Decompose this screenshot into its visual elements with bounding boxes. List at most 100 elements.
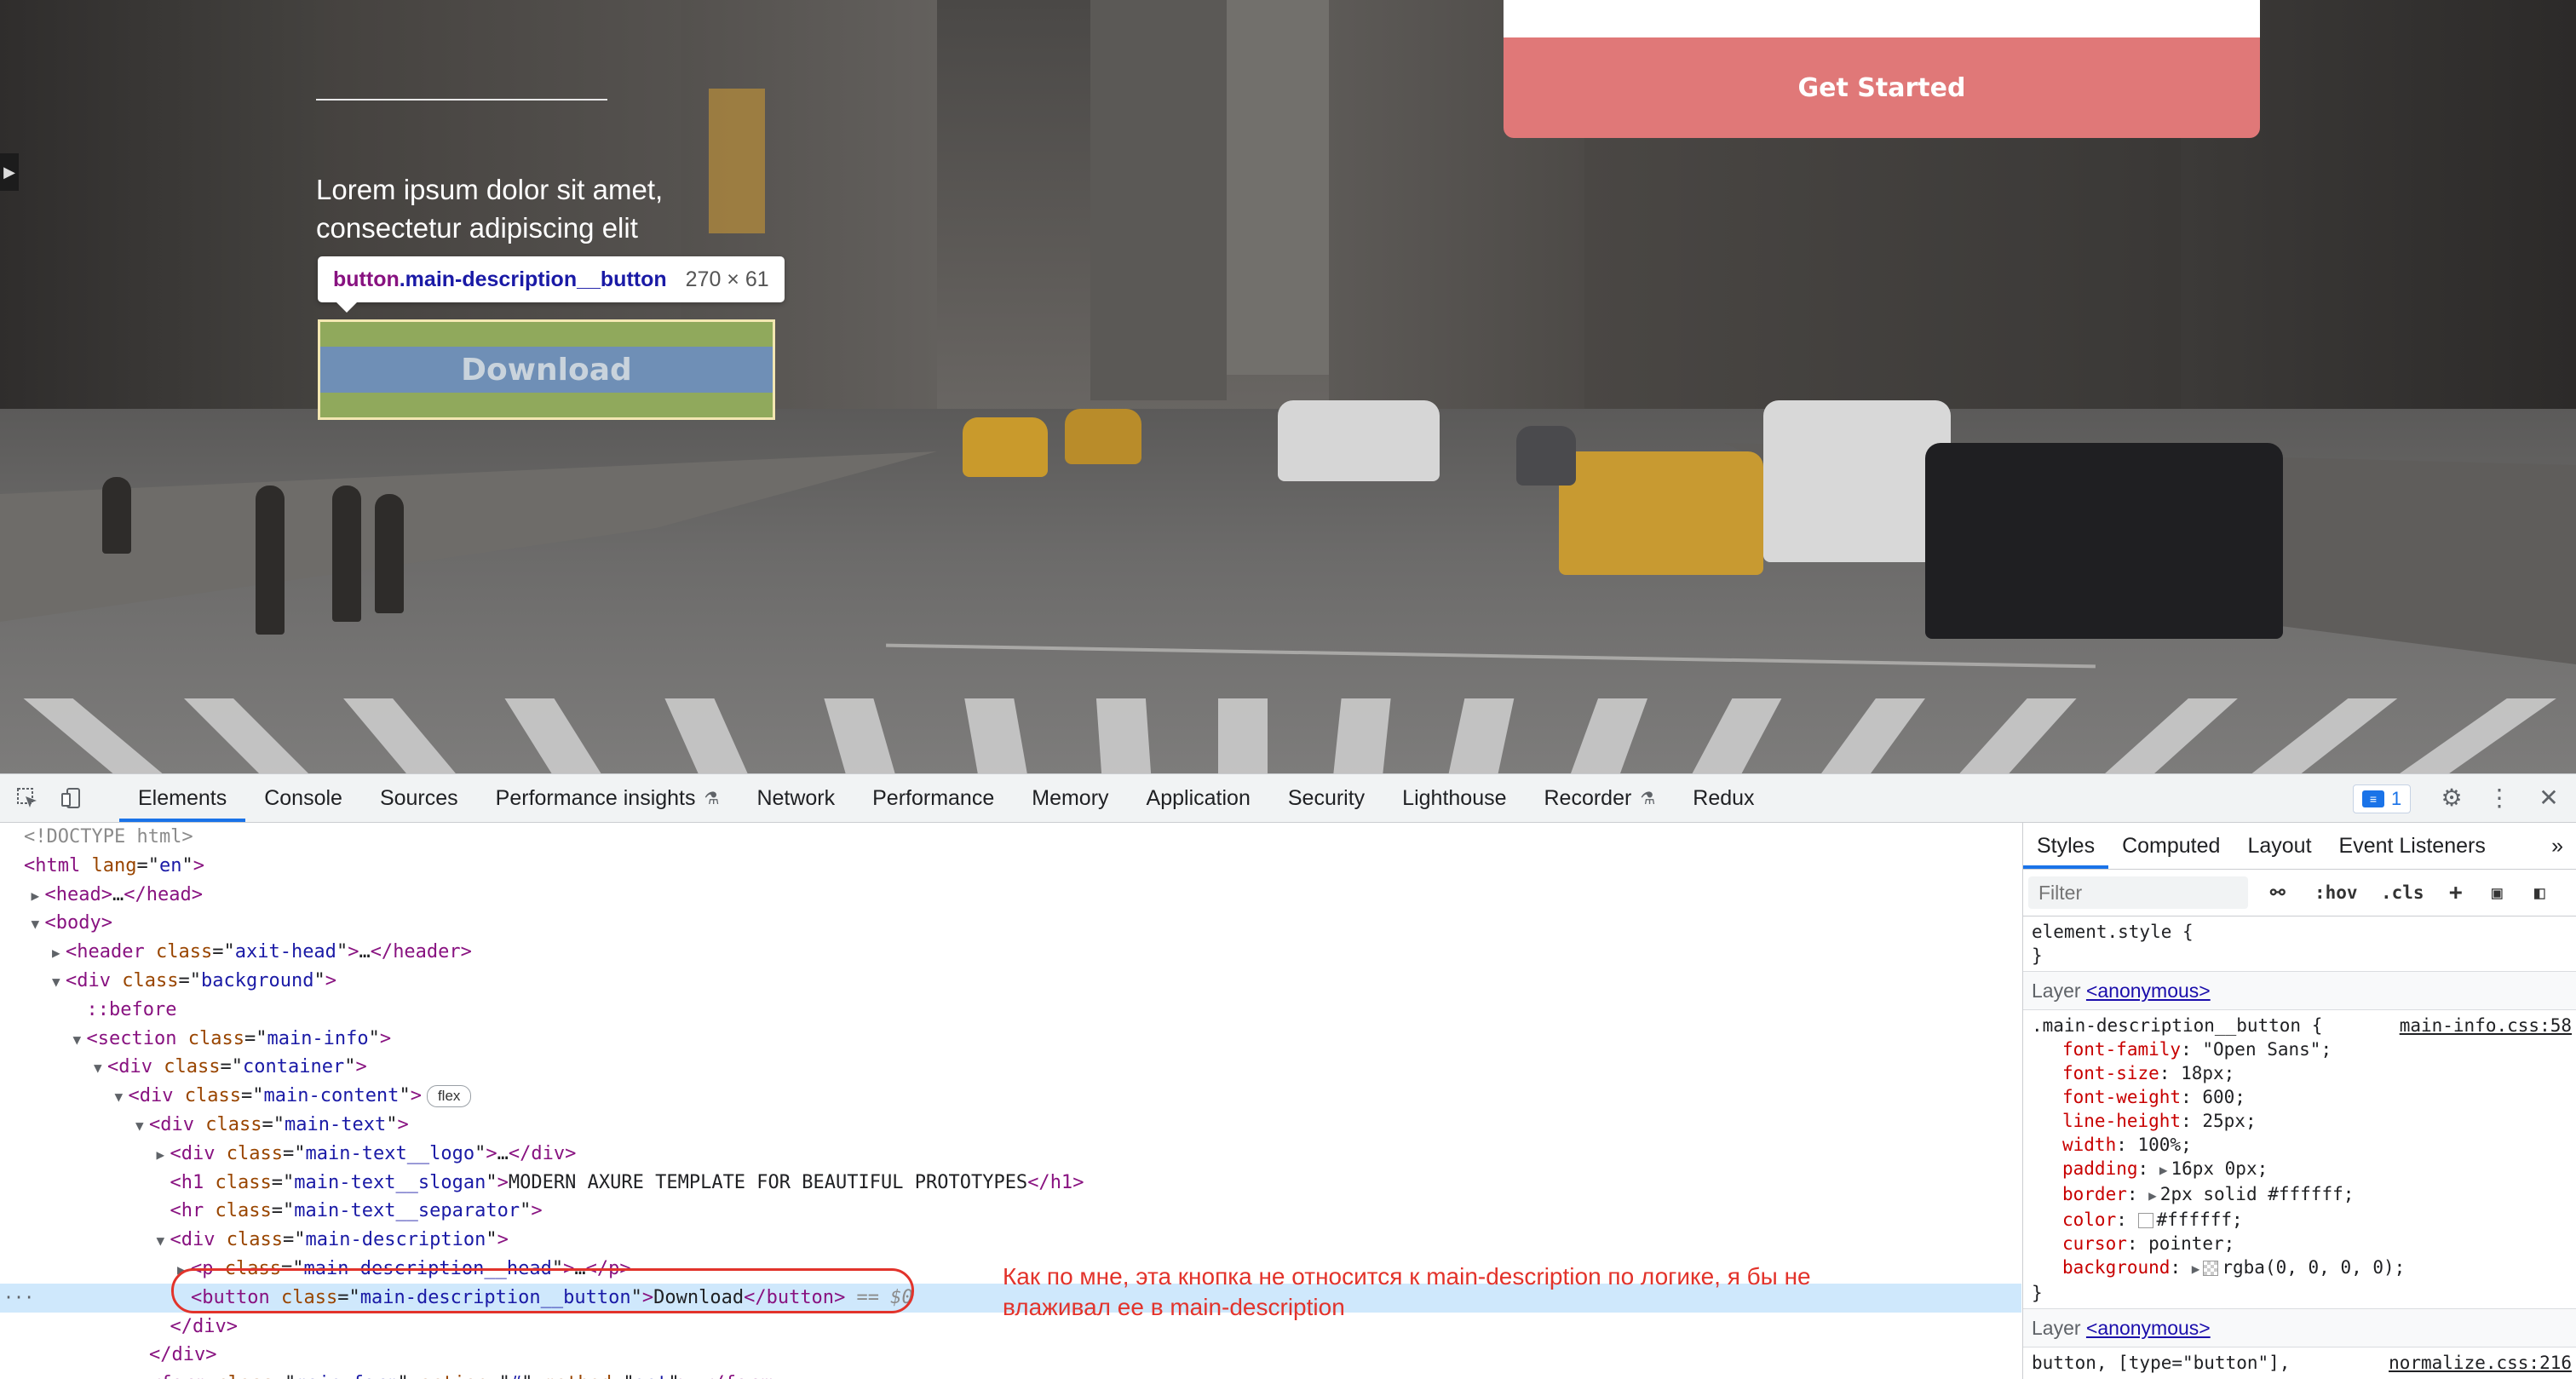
- dom-node[interactable]: ▶<form class="main-form" action="#" meth…: [0, 1370, 2021, 1379]
- expand-toggle-icon[interactable]: ▶: [177, 1255, 191, 1284]
- css-declaration[interactable]: cursor: pointer;: [2032, 1232, 2568, 1255]
- expand-toggle-icon[interactable]: ▼: [157, 1227, 170, 1255]
- dom-node[interactable]: ::before: [0, 996, 2021, 1025]
- get-started-button[interactable]: Get Started: [1504, 37, 2260, 138]
- download-button[interactable]: Download: [318, 319, 775, 420]
- more-options-icon[interactable]: ⋮: [2487, 786, 2511, 810]
- dom-node[interactable]: ▼ <div class="background">: [0, 967, 2021, 996]
- expand-shorthand-icon[interactable]: ▶: [2148, 1187, 2157, 1204]
- css-declaration[interactable]: font-size: 18px;: [2032, 1061, 2568, 1085]
- gear-icon[interactable]: ⚙: [2440, 786, 2464, 810]
- tab-elements[interactable]: Elements: [119, 774, 246, 822]
- carousel-arrow-icon[interactable]: ▶: [0, 153, 19, 191]
- dom-node[interactable]: </div>: [0, 1341, 2021, 1370]
- expand-toggle-icon[interactable]: ▼: [135, 1112, 149, 1141]
- tab-computed[interactable]: Computed: [2108, 823, 2234, 869]
- tab-console[interactable]: Console: [245, 774, 361, 822]
- dom-node[interactable]: <html lang="en">: [0, 852, 2021, 881]
- attr-value: main-text__logo: [305, 1142, 475, 1164]
- tab-performance[interactable]: Performance: [854, 774, 1013, 822]
- tab-application[interactable]: Application: [1128, 774, 1269, 822]
- tag-bracket: <: [149, 1114, 161, 1135]
- attr-value: main-description__button: [359, 1286, 631, 1308]
- cls-toggle[interactable]: .cls: [2381, 880, 2424, 905]
- css-declaration[interactable]: font-weight: 600;: [2032, 1085, 2568, 1109]
- rule-source-link[interactable]: main-info.css:58: [2400, 1014, 2572, 1037]
- node-actions-icon[interactable]: ···: [3, 1284, 34, 1313]
- dom-node[interactable]: <!DOCTYPE html>: [0, 823, 2021, 852]
- flex-badge[interactable]: flex: [426, 1085, 472, 1108]
- tag-name: button: [766, 1286, 835, 1308]
- dom-node[interactable]: ▼ <section class="main-info">: [0, 1025, 2021, 1054]
- rule-selector[interactable]: button, [type="button"],: [2032, 1353, 2290, 1373]
- tab-label: Console: [264, 785, 342, 810]
- css-declaration[interactable]: line-height: 25px;: [2032, 1109, 2568, 1133]
- tab-security[interactable]: Security: [1269, 774, 1383, 822]
- css-declaration[interactable]: border: ▶ 2px solid #ffffff;: [2032, 1182, 2568, 1208]
- tab-styles[interactable]: Styles: [2023, 823, 2109, 869]
- dom-node[interactable]: ▶ <header class="axit-head">…</header>: [0, 938, 2021, 967]
- taxi: [1065, 409, 1141, 464]
- tab-network[interactable]: Network: [738, 774, 854, 822]
- dom-node[interactable]: ▼ <body>: [0, 909, 2021, 938]
- expand-shorthand-icon[interactable]: ▶: [2192, 1261, 2200, 1277]
- expand-toggle-icon[interactable]: ▼: [32, 910, 45, 939]
- layer-link[interactable]: <anonymous>: [2086, 980, 2211, 1002]
- styles-filter-input[interactable]: [2028, 876, 2248, 909]
- dom-node[interactable]: ▶ <head>…</head>: [0, 881, 2021, 910]
- page-viewport: ▶ Lorem ipsum dolor sit amet, consectetu…: [0, 0, 2576, 773]
- css-declaration[interactable]: padding: ▶ 16px 0px;: [2032, 1157, 2568, 1182]
- tab-performance-insights[interactable]: Performance insights ⚗: [477, 774, 739, 822]
- device-toolbar-icon[interactable]: [60, 786, 83, 810]
- expand-toggle-icon[interactable]: ▶: [157, 1141, 170, 1169]
- element-style-selector[interactable]: element.style {: [2032, 920, 2568, 944]
- tab-event-listeners[interactable]: Event Listeners: [2326, 823, 2499, 869]
- layer-link[interactable]: <anonymous>: [2086, 1317, 2211, 1339]
- layer-label-2: Layer <anonymous>: [2023, 1309, 2576, 1347]
- expand-toggle-icon[interactable]: ▼: [73, 1026, 87, 1054]
- tag-name: h1: [1049, 1171, 1073, 1193]
- tab-sources[interactable]: Sources: [361, 774, 477, 822]
- dom-node[interactable]: <h1 class="main-text__slogan">MODERN AXU…: [0, 1169, 2021, 1198]
- close-icon[interactable]: ✕: [2537, 786, 2561, 810]
- issues-badge[interactable]: ≡ 1: [2353, 784, 2412, 813]
- doctype: <!DOCTYPE html>: [24, 826, 193, 848]
- tag-bracket: <: [191, 1286, 203, 1308]
- css-declaration[interactable]: font-family: "Open Sans";: [2032, 1037, 2568, 1061]
- tab-redux[interactable]: Redux: [1674, 774, 1773, 822]
- tab-recorder[interactable]: Recorder ⚗: [1526, 774, 1675, 822]
- css-declaration[interactable]: background: ▶ rgba(0, 0, 0, 0);: [2032, 1255, 2568, 1281]
- rule-source-link[interactable]: normalize.css:216: [2389, 1351, 2572, 1375]
- css-declaration[interactable]: width: 100%;: [2032, 1133, 2568, 1157]
- expand-toggle-icon[interactable]: ▶: [52, 939, 66, 968]
- tag-bracket: >: [397, 1114, 409, 1135]
- dom-node[interactable]: <hr class="main-text__separator">: [0, 1197, 2021, 1226]
- inspect-element-icon[interactable]: [15, 786, 39, 810]
- paint-icon[interactable]: ▣: [2492, 880, 2503, 905]
- css-declaration[interactable]: color: #ffffff;: [2032, 1208, 2568, 1232]
- hov-toggle[interactable]: :hov: [2314, 880, 2358, 905]
- toggle-sidebar-icon[interactable]: ◧: [2534, 880, 2545, 905]
- expand-toggle-icon[interactable]: ▼: [115, 1083, 129, 1112]
- dom-node[interactable]: ▼ <div class="main-text">: [0, 1111, 2021, 1140]
- more-tabs-icon[interactable]: »: [2538, 823, 2576, 869]
- dom-node[interactable]: ▼ <div class="container">: [0, 1053, 2021, 1082]
- color-swatch[interactable]: [2203, 1261, 2219, 1276]
- expand-toggle-icon[interactable]: ▶: [32, 882, 45, 911]
- tab-memory[interactable]: Memory: [1013, 774, 1127, 822]
- devtools-panel: Elements Console Sources Performance insigh…: [0, 773, 2576, 1379]
- dom-node[interactable]: ▼ <div class="main-content"> flex: [0, 1082, 2021, 1111]
- dom-node[interactable]: ▶ <div class="main-text__logo">…</div>: [0, 1140, 2021, 1169]
- color-swatch[interactable]: [2137, 1213, 2153, 1228]
- experiment-icon: ⚗: [1640, 789, 1656, 808]
- expand-shorthand-icon[interactable]: ▶: [2159, 1162, 2168, 1178]
- dom-node[interactable]: ▼ <div class="main-description">: [0, 1226, 2021, 1255]
- rule-selector[interactable]: .main-description__button {: [2032, 1015, 2322, 1036]
- pin-icon[interactable]: ⚯: [2270, 880, 2286, 905]
- new-rule-button[interactable]: +: [2449, 880, 2463, 905]
- expand-toggle-icon[interactable]: ▼: [94, 1054, 107, 1083]
- tab-layout[interactable]: Layout: [2234, 823, 2325, 869]
- tab-lighthouse[interactable]: Lighthouse: [1383, 774, 1525, 822]
- tag-name: div: [181, 1229, 216, 1251]
- expand-toggle-icon[interactable]: ▼: [52, 968, 66, 997]
